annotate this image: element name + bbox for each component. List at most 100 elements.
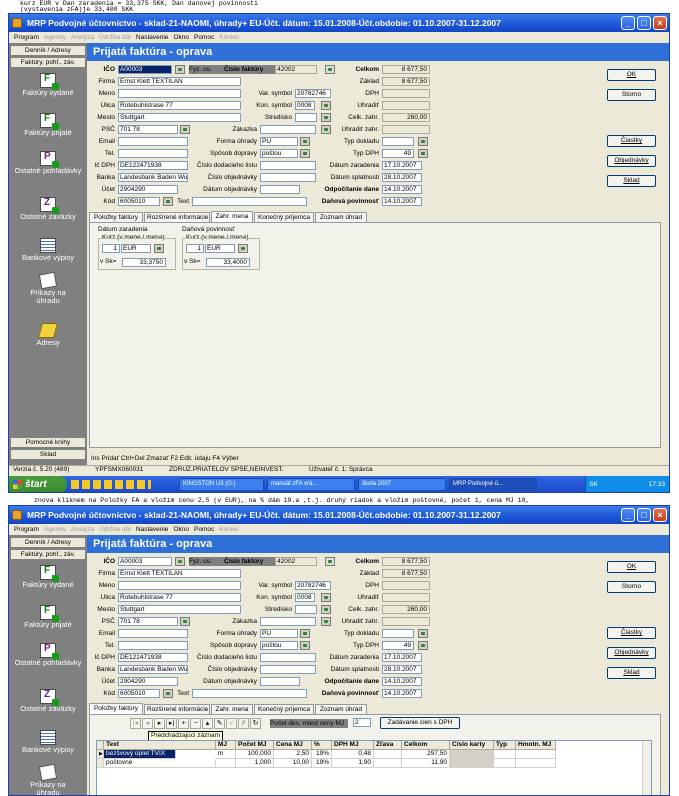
col-pct[interactable]: %: [312, 741, 332, 750]
mesto-field-2[interactable]: Stuttgart: [118, 605, 241, 614]
tab-zoznam-uhrad-2[interactable]: Zoznam úhrad: [315, 704, 367, 714]
col-pocet-mj[interactable]: Počet MJ: [236, 741, 274, 750]
sposob-dopravy-picker-icon-2[interactable]: [300, 641, 310, 650]
sidebar-top-faktury-2[interactable]: Faktúry, pohľ., záv.: [10, 549, 86, 560]
datum-zaradenia-field-2[interactable]: 17.10.2007: [382, 653, 422, 662]
datum-objednavky-field-2[interactable]: [260, 677, 300, 686]
cell-karta[interactable]: [450, 750, 494, 759]
col-typ[interactable]: Typ: [494, 741, 516, 750]
forma-uhrady-field[interactable]: PU: [260, 137, 298, 146]
sidebar-item-ostatne-zavazky-2[interactable]: Z Ostatné záväzky: [9, 689, 87, 713]
col-zlava[interactable]: Zľava: [374, 741, 402, 750]
post-record-button[interactable]: ✓: [226, 718, 237, 729]
typ-dph-field-2[interactable]: 49: [382, 641, 414, 650]
forma-uhrady-picker-icon-2[interactable]: [300, 629, 310, 638]
cislo-objednavky-field-2[interactable]: [260, 665, 316, 674]
menu-udrzba[interactable]: Údržba dát: [99, 34, 131, 41]
typ-dph-picker-icon-2[interactable]: [418, 641, 428, 650]
tray-lang[interactable]: SK: [589, 476, 598, 492]
minimize-button[interactable]: _: [621, 16, 635, 30]
menu-program[interactable]: Program: [14, 34, 39, 41]
task-mrp[interactable]: MRP Podvojné ú...: [449, 478, 537, 491]
sidebar-item-faktury-vydane-2[interactable]: F Faktúry vydané: [9, 565, 87, 589]
menu-program-2[interactable]: Program: [14, 526, 39, 533]
ucet-field[interactable]: 2904290: [118, 185, 178, 194]
stredisko-field-2[interactable]: [295, 605, 317, 614]
up-record-button[interactable]: ▴: [202, 718, 213, 729]
danova-povinnost-field[interactable]: 14.10.2007: [382, 197, 422, 206]
typ-dokladu-field-2[interactable]: [382, 629, 414, 638]
delete-record-button[interactable]: −: [190, 718, 201, 729]
col-cena-mj[interactable]: Cena MJ: [274, 741, 312, 750]
close-button[interactable]: ×: [653, 16, 667, 30]
sidebar-item-ostatne-pohladavky[interactable]: P Ostatné pohľadávky: [9, 151, 87, 175]
odpocitanie-dane-field-2[interactable]: 14.10.2007: [382, 677, 422, 686]
menu-nastavenie[interactable]: Nastavenie: [136, 34, 169, 41]
menu-okno[interactable]: Okno: [173, 34, 189, 41]
cell-text[interactable]: bezšvový úplet TVIX: [104, 750, 176, 759]
kod-picker-icon[interactable]: [163, 197, 173, 206]
datum-splatnosti-field[interactable]: 28.10.2007: [382, 173, 422, 182]
zakazka-field-2[interactable]: [260, 617, 316, 626]
kod-field[interactable]: 6005010: [118, 197, 160, 206]
banka-field-2[interactable]: Landesbank Baden Wu: [118, 665, 188, 674]
objednavky-button[interactable]: Objednávky: [607, 155, 656, 167]
zaradenia-currency-field[interactable]: EUR: [121, 244, 151, 253]
sidebar-item-faktury-vydane[interactable]: F Faktúry vydané: [9, 73, 87, 97]
text-field-2[interactable]: [192, 689, 307, 698]
col-dph-mj[interactable]: DPH MJ: [332, 741, 374, 750]
maximize-button[interactable]: □: [637, 16, 651, 30]
cislo-dodacieho-field[interactable]: [260, 161, 316, 170]
cell-celkom[interactable]: 11,90: [402, 759, 450, 768]
objednavky-button-2[interactable]: Objednávky: [607, 647, 656, 659]
sidebar-item-adresy[interactable]: Adresy: [9, 323, 87, 347]
ico-field-2[interactable]: A00003: [118, 557, 172, 566]
tab-rozsirene-2[interactable]: Rozšírené informácie: [144, 704, 210, 714]
menu-udrzba-2[interactable]: Údržba dát: [99, 526, 131, 533]
sidebar-item-faktury-prijate[interactable]: F Faktúry prijaté: [9, 113, 87, 137]
cell-pct[interactable]: 19%: [312, 759, 332, 768]
menu-analyza-2[interactable]: Analýza: [71, 526, 94, 533]
start-button[interactable]: štart: [9, 476, 67, 492]
sposob-dopravy-field-2[interactable]: poštou: [260, 641, 298, 650]
zakazka-field[interactable]: [260, 125, 316, 134]
ok-button[interactable]: OK: [607, 69, 656, 81]
ciastky-button-2[interactable]: Čiastky: [607, 627, 656, 639]
cell-zlava[interactable]: [374, 750, 402, 759]
typ-dph-picker-icon[interactable]: [418, 149, 428, 158]
tab-zoznam-uhrad[interactable]: Zoznam úhrad: [315, 212, 367, 222]
cell-pocet[interactable]: 100,000: [236, 750, 274, 759]
sidebar-top-faktury[interactable]: Faktúry, pohľ., záv.: [10, 57, 86, 68]
datum-zaradenia-field[interactable]: 17.10.2007: [382, 161, 422, 170]
firma-field[interactable]: Ernst Klett TEXTILAN: [118, 77, 241, 86]
cell-typ[interactable]: [494, 759, 516, 768]
grid-scrollbar[interactable]: [642, 741, 651, 795]
text-field[interactable]: [192, 197, 307, 206]
var-symbol-field[interactable]: 20782746: [295, 89, 331, 98]
povinnost-currency-field[interactable]: EUR: [205, 244, 235, 253]
danova-povinnost-field-2[interactable]: 14.10.2007: [382, 689, 422, 698]
cislo-objednavky-field[interactable]: [260, 173, 316, 182]
forma-uhrady-field-2[interactable]: PU: [260, 629, 298, 638]
ok-button-2[interactable]: OK: [607, 561, 656, 573]
cell-hmotn[interactable]: [516, 759, 556, 768]
cell-pocet[interactable]: 1,000: [236, 759, 274, 768]
tab-rozsirene[interactable]: Rozšírené informácie: [144, 212, 210, 222]
refresh-icon[interactable]: ↻: [250, 718, 261, 729]
storno-button-2[interactable]: Storno: [607, 581, 656, 593]
kon-symbol-field[interactable]: 0008: [295, 101, 315, 110]
psc-picker-icon-2[interactable]: [180, 617, 190, 626]
tab-polozky[interactable]: Položky faktúry: [89, 212, 143, 222]
sposob-dopravy-field[interactable]: poštou: [260, 149, 298, 158]
col-text[interactable]: Text: [104, 741, 216, 750]
sidebar-item-ostatne-zavazky[interactable]: Z Ostatné záväzky: [9, 197, 87, 221]
task-skola[interactable]: škola 2007: [358, 478, 446, 491]
ulica-field-2[interactable]: Rotebuhlstrase 77: [118, 593, 241, 602]
cell-cena[interactable]: 10,00: [274, 759, 312, 768]
tab-polozky-2[interactable]: Položky faktúry: [89, 703, 143, 714]
last-record-button[interactable]: ▸|: [166, 718, 177, 729]
zadavanie-cien-button[interactable]: Zadávanie cien s DPH: [380, 717, 460, 729]
povinnost-currency-picker-icon[interactable]: [238, 244, 248, 253]
ulica-field[interactable]: Rotebuhlstrase 77: [118, 101, 241, 110]
menu-pomoc-2[interactable]: Pomoc: [194, 526, 214, 533]
